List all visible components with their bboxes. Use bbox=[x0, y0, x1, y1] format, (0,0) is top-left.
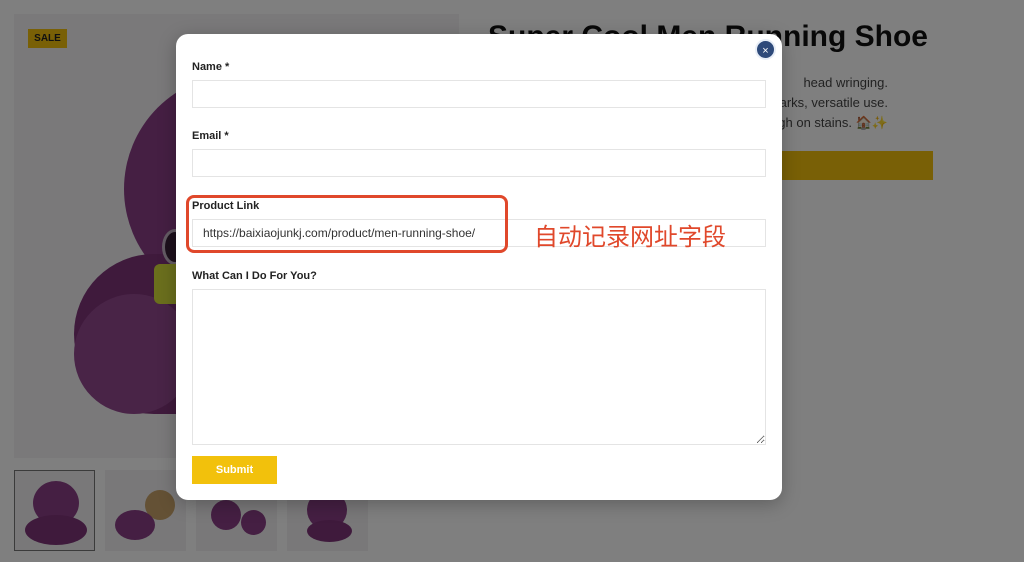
email-input[interactable] bbox=[192, 149, 766, 177]
message-label: What Can I Do For You? bbox=[192, 270, 317, 282]
annotation-text: 自动记录网址字段 bbox=[534, 223, 726, 251]
highlight-box bbox=[186, 195, 508, 253]
email-label: Email * bbox=[192, 130, 229, 142]
name-label: Name * bbox=[192, 61, 230, 73]
message-textarea[interactable] bbox=[192, 289, 766, 445]
submit-button[interactable]: Submit bbox=[192, 456, 277, 484]
close-icon[interactable]: × bbox=[755, 39, 776, 60]
name-input[interactable] bbox=[192, 80, 766, 108]
